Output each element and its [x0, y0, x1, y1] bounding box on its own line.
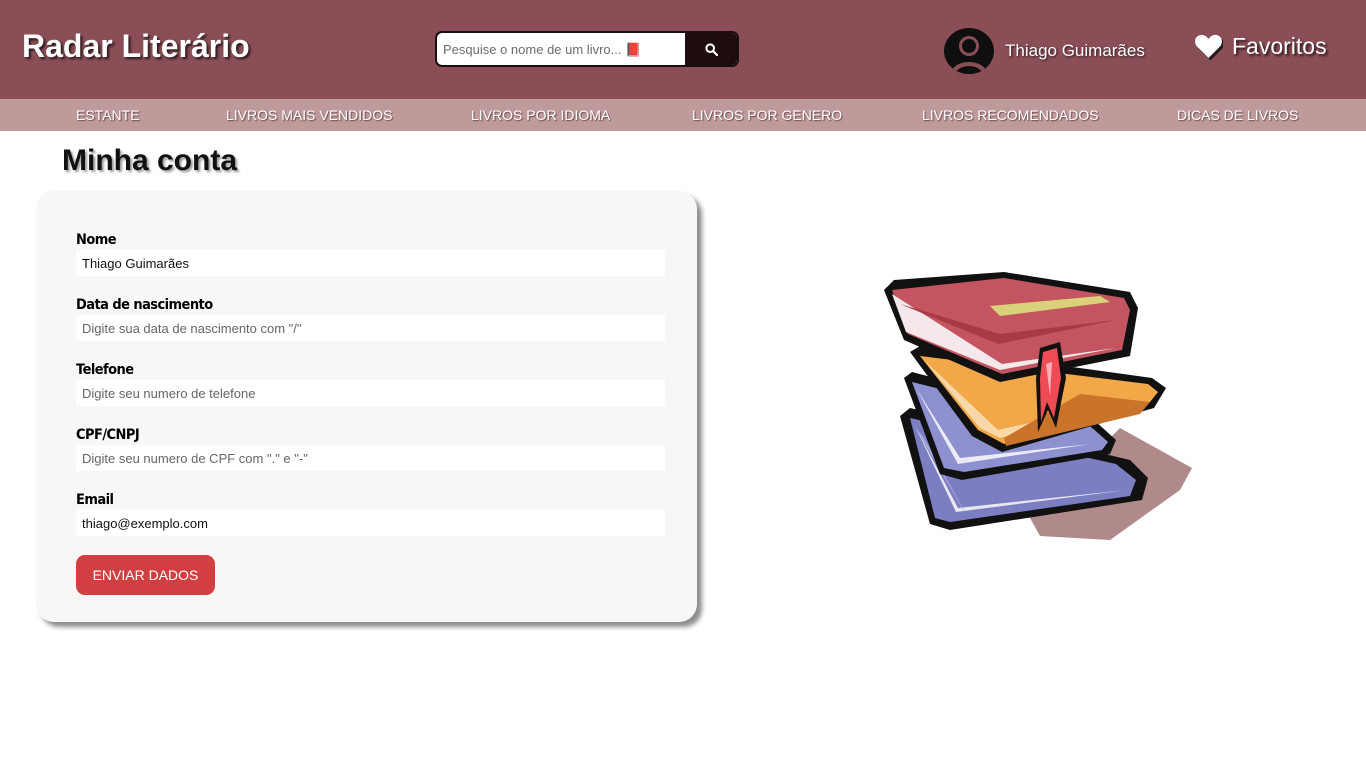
user-profile[interactable]: Thiago Guimarães: [944, 28, 1145, 74]
nav-item-estante[interactable]: ESTANTE: [76, 99, 140, 131]
site-header: Radar Literário Thiago Guimarães: [0, 0, 1366, 99]
field-label: CPF/CNPJ: [76, 427, 140, 443]
main-nav: ESTANTE LIVROS MAIS VENDIDOS LIVROS POR …: [0, 99, 1366, 131]
search-input[interactable]: [437, 33, 687, 65]
page-title: Minha conta: [62, 144, 238, 177]
heart-icon: [1195, 34, 1223, 60]
email-input[interactable]: [76, 510, 665, 536]
nav-item-mais-vendidos[interactable]: LIVROS MAIS VENDIDOS: [226, 99, 392, 131]
site-logo[interactable]: Radar Literário: [22, 28, 250, 65]
submit-button[interactable]: ENVIAR DADOS: [76, 555, 215, 595]
phone-input[interactable]: [76, 380, 665, 406]
nav-item-por-idioma[interactable]: LIVROS POR IDIOMA: [471, 99, 610, 131]
birthdate-input[interactable]: [76, 315, 665, 341]
field-nome: Nome: [76, 231, 665, 276]
search-icon: [704, 42, 718, 56]
search-bar: [435, 31, 739, 67]
nav-item-dicas[interactable]: DICAS DE LIVROS: [1177, 99, 1298, 131]
nav-item-por-genero[interactable]: LIVROS POR GENERO: [692, 99, 842, 131]
account-form-card: Nome Data de nascimento Telefone CPF/CNP…: [36, 191, 697, 622]
field-data-nascimento: Data de nascimento: [76, 296, 665, 341]
user-avatar-icon: [944, 28, 994, 74]
field-label: Telefone: [76, 362, 134, 378]
field-telefone: Telefone: [76, 361, 665, 406]
search-button[interactable]: [685, 33, 737, 65]
field-email: Email: [76, 491, 665, 536]
favorites-label: Favoritos: [1232, 33, 1327, 59]
name-input[interactable]: [76, 250, 665, 276]
favorites-link[interactable]: Favoritos: [1194, 33, 1327, 60]
field-cpf-cnpj: CPF/CNPJ: [76, 426, 665, 471]
nav-item-recomendados[interactable]: LIVROS RECOMENDADOS: [922, 99, 1099, 131]
field-label: Data de nascimento: [76, 297, 213, 313]
user-name: Thiago Guimarães: [1005, 41, 1145, 60]
books-stack-illustration: [884, 272, 1192, 540]
field-label: Nome: [76, 232, 117, 248]
field-label: Email: [76, 492, 114, 508]
cpf-input[interactable]: [76, 445, 665, 471]
